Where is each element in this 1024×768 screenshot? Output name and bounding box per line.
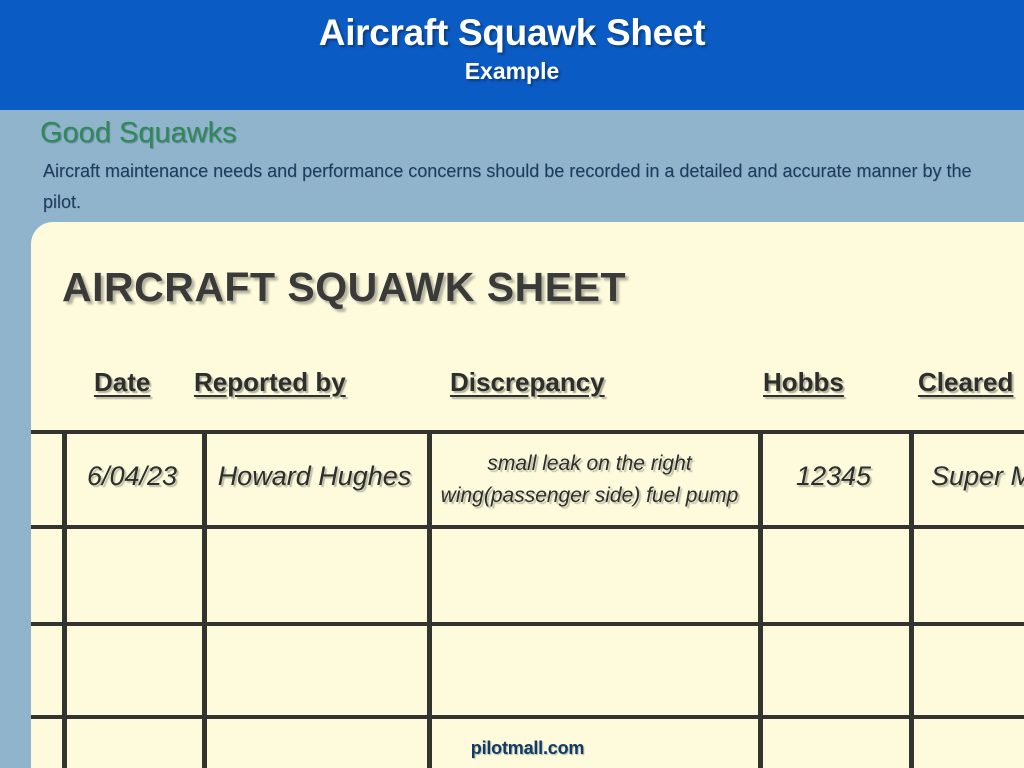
page-banner: Aircraft Squawk Sheet Example	[0, 0, 1024, 110]
cell-reported_by[interactable]: Howard Hughes	[202, 460, 427, 494]
column-divider	[202, 529, 207, 622]
column-divider	[909, 719, 914, 768]
cell-discrepancy[interactable]: small leak on the right wing(passenger s…	[435, 448, 744, 511]
column-divider	[909, 529, 914, 622]
table-row[interactable]: 6/04/23 Howard Hughes small leak on the ri…	[31, 434, 1024, 529]
column-header-cleared: Cleared	[918, 367, 1014, 397]
column-divider	[202, 626, 207, 715]
column-header-hobbs: Hobbs	[763, 367, 844, 397]
column-divider	[758, 626, 763, 715]
table-grid: 6/04/23 Howard Hughes small leak on the ri…	[31, 430, 1024, 768]
cell-date[interactable]: 6/04/23	[62, 460, 202, 494]
banner-subtitle: Example	[464, 57, 560, 84]
banner-title: Aircraft Squawk Sheet	[318, 12, 706, 53]
column-divider	[427, 719, 432, 768]
intro-heading: Good Squawks	[40, 117, 237, 149]
column-divider	[758, 529, 763, 622]
column-divider	[427, 434, 432, 525]
table-row[interactable]	[31, 719, 1024, 768]
cell-cleared[interactable]: Super Me	[931, 460, 1024, 494]
page-root: Aircraft Squawk Sheet Example Good Squaw…	[0, 0, 1024, 768]
column-header-reported-by: Reported by	[194, 367, 346, 397]
column-divider	[427, 626, 432, 715]
squawk-table: Date Reported by Discrepancy Hobbs Cleared 6…	[31, 367, 1024, 768]
column-divider	[62, 626, 67, 715]
column-divider	[909, 626, 914, 715]
table-header-row: Date Reported by Discrepancy Hobbs Cleared	[31, 367, 1024, 430]
intro-body-text: Aircraft maintenance needs and performan…	[43, 160, 972, 213]
column-divider	[62, 719, 67, 768]
squawk-sheet-panel: AIRCRAFT SQUAWK SHEET Date Reported by Dis…	[31, 222, 1024, 768]
column-divider	[62, 529, 67, 622]
column-divider	[202, 719, 207, 768]
table-row[interactable]	[31, 529, 1024, 626]
column-divider	[427, 529, 432, 622]
column-header-date: Date	[94, 367, 151, 397]
column-divider	[758, 719, 763, 768]
sheet-title: AIRCRAFT SQUAWK SHEET	[62, 264, 626, 310]
cell-hobbs[interactable]: 12345	[758, 460, 909, 494]
column-divider	[909, 434, 914, 525]
column-header-discrepancy: Discrepancy	[450, 367, 605, 397]
intro-band: Good Squawks Aircraft maintenance needs …	[0, 110, 1024, 230]
table-row[interactable]	[31, 626, 1024, 719]
